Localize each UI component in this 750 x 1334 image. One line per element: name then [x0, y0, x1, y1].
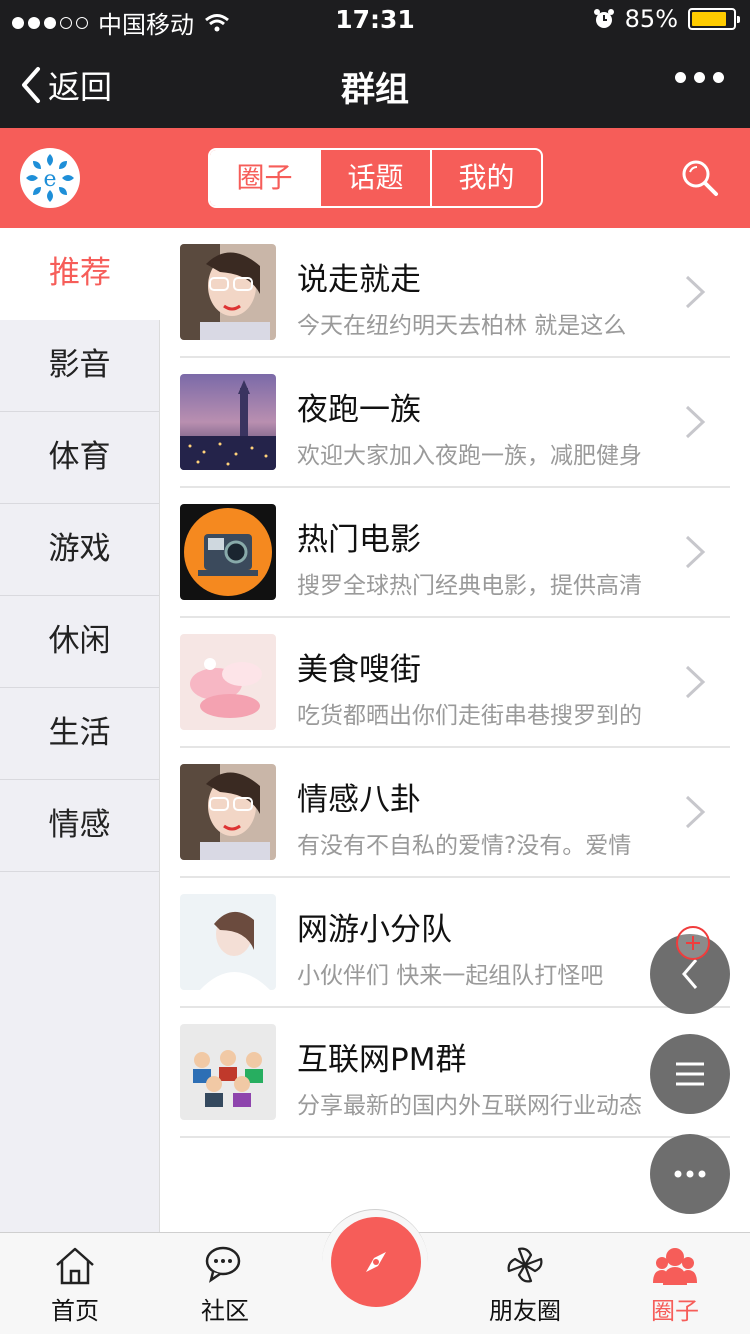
- list-item[interactable]: 美食嗖街 吃货都晒出你们走街串巷搜罗到的: [180, 618, 730, 748]
- tab-circles-bottom[interactable]: 圈子: [600, 1243, 750, 1326]
- battery-icon: [688, 8, 740, 30]
- tab-topics[interactable]: 话题: [319, 150, 430, 206]
- tab-moments[interactable]: 朋友圈: [450, 1243, 600, 1326]
- sidebar-item-life[interactable]: 生活: [0, 688, 159, 780]
- svg-text:e: e: [43, 167, 56, 192]
- search-icon[interactable]: [680, 158, 720, 198]
- chevron-left-icon: [682, 959, 698, 989]
- more-float-button[interactable]: [650, 1134, 730, 1214]
- section-header: e 圈子 话题 我的: [0, 128, 750, 228]
- chevron-right-icon: [685, 665, 706, 699]
- nav-bar: 返回 群组: [0, 40, 750, 128]
- tab-home-label: 首页: [51, 1297, 99, 1325]
- group-thumbnail: [180, 1024, 276, 1120]
- tab-home[interactable]: 首页: [0, 1243, 150, 1326]
- group-name: 说走就走: [297, 262, 421, 298]
- list-item[interactable]: 情感八卦 有没有不自私的爱情?没有。爱情: [180, 748, 730, 878]
- group-name: 网游小分队: [297, 912, 452, 948]
- group-description: 分享最新的国内外互联网行业动态: [297, 1093, 642, 1119]
- battery-percent: 85%: [624, 5, 678, 33]
- group-thumbnail: [180, 244, 276, 340]
- list-item[interactable]: 网游小分队 小伙伴们 快来一起组队打怪吧: [180, 878, 730, 1008]
- more-dot-icon: [713, 72, 724, 83]
- more-dot-icon: [694, 72, 705, 83]
- group-thumbnail: [180, 764, 276, 860]
- group-name: 夜跑一族: [297, 392, 421, 428]
- page-title: 群组: [341, 70, 409, 110]
- plus-icon[interactable]: [676, 926, 710, 960]
- tab-mine[interactable]: 我的: [430, 150, 541, 206]
- app-logo[interactable]: e: [20, 148, 80, 208]
- bottom-tab-bar: 首页 社区 朋友圈 圈子: [0, 1209, 750, 1334]
- status-bar: 中国移动 17:31 85%: [0, 0, 750, 40]
- status-right: 85%: [593, 5, 740, 33]
- app-screen: 中国移动 17:31 85% 返回 群组 e 圈子 话题 我的 推荐 影音 体育…: [0, 0, 750, 1334]
- list-item[interactable]: 热门电影 搜罗全球热门经典电影，提供高清: [180, 488, 730, 618]
- group-name: 情感八卦: [297, 782, 421, 818]
- group-thumbnail: [180, 634, 276, 730]
- group-thumbnail: [180, 374, 276, 470]
- logo-icon: e: [21, 149, 79, 207]
- group-list: 说走就走 今天在纽约明天去柏林 就是这么 夜跑一族 欢迎大家加入夜跑一族，减肥健…: [180, 228, 730, 1138]
- battery-fill: [692, 12, 726, 26]
- tab-community[interactable]: 社区: [150, 1243, 300, 1326]
- chevron-right-icon: [685, 535, 706, 569]
- hamburger-icon: [676, 1062, 704, 1086]
- ellipsis-icon: [674, 1170, 706, 1178]
- group-thumbnail: [180, 894, 276, 990]
- group-name: 热门电影: [297, 522, 421, 558]
- home-icon: [56, 1247, 94, 1285]
- sidebar-item-recommended[interactable]: 推荐: [0, 228, 160, 320]
- group-description: 小伙伴们 快来一起组队打怪吧: [297, 963, 604, 989]
- alarm-icon: [593, 9, 614, 28]
- group-name: 互联网PM群: [297, 1042, 467, 1078]
- more-menu-button[interactable]: [675, 72, 724, 83]
- category-sidebar: 推荐 影音 体育 游戏 休闲 生活 情感: [0, 228, 160, 1232]
- tab-circles[interactable]: 圈子: [210, 150, 319, 206]
- more-dot-icon: [675, 72, 686, 83]
- tab-moments-label: 朋友圈: [489, 1297, 561, 1325]
- group-description: 吃货都晒出你们走街串巷搜罗到的: [297, 703, 642, 729]
- list-item[interactable]: 互联网PM群 分享最新的国内外互联网行业动态: [180, 1008, 730, 1138]
- segment-control: 圈子 话题 我的: [208, 148, 543, 208]
- group-description: 搜罗全球热门经典电影，提供高清: [297, 573, 642, 599]
- sidebar-item-media[interactable]: 影音: [0, 320, 159, 412]
- group-description: 今天在纽约明天去柏林 就是这么: [297, 313, 627, 339]
- list-item[interactable]: 说走就走 今天在纽约明天去柏林 就是这么: [180, 228, 730, 358]
- sidebar-item-sports[interactable]: 体育: [0, 412, 159, 504]
- chevron-right-icon: [685, 405, 706, 439]
- group-people-icon: [653, 1248, 697, 1285]
- group-description: 欢迎大家加入夜跑一族，减肥健身: [297, 443, 642, 469]
- group-name: 美食嗖街: [297, 652, 421, 688]
- chevron-right-icon: [685, 795, 706, 829]
- discover-button[interactable]: [331, 1217, 421, 1307]
- list-item[interactable]: 夜跑一族 欢迎大家加入夜跑一族，减肥健身: [180, 358, 730, 488]
- sidebar-item-leisure[interactable]: 休闲: [0, 596, 159, 688]
- chat-bubbles-icon: [205, 1246, 241, 1283]
- tab-circles-label: 圈子: [651, 1297, 699, 1325]
- chevron-right-icon: [685, 275, 706, 309]
- tab-community-label: 社区: [201, 1297, 249, 1325]
- sidebar-item-emotion[interactable]: 情感: [0, 780, 159, 872]
- group-thumbnail: [180, 504, 276, 600]
- compass-icon: [366, 1252, 386, 1272]
- aperture-icon: [507, 1247, 543, 1283]
- sidebar-item-games[interactable]: 游戏: [0, 504, 159, 596]
- group-description: 有没有不自私的爱情?没有。爱情: [297, 833, 632, 859]
- menu-float-button[interactable]: [650, 1034, 730, 1114]
